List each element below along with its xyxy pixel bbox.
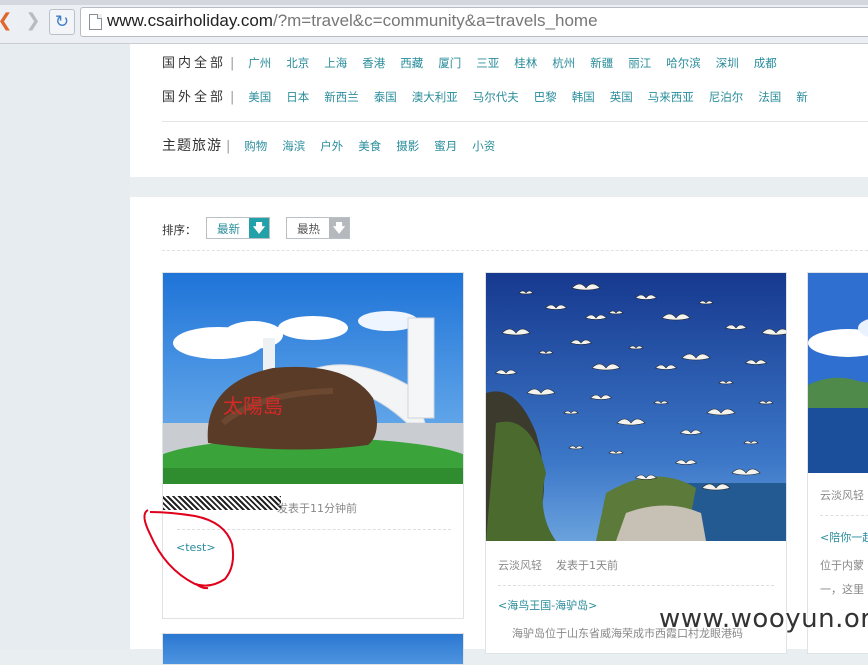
sort-newest-button[interactable]: 最新 🡇 <box>206 217 270 239</box>
theme-list: 购物 海滨 户外 美食 摄影 蜜月 小资 <box>244 139 510 153</box>
reload-icon: ↻ <box>54 12 70 32</box>
arrow-down-icon: 🡇 <box>329 218 349 238</box>
foreign-country-link[interactable]: 新西兰 <box>324 89 359 105</box>
reload-button[interactable]: ↻ <box>49 9 75 35</box>
divider <box>162 121 868 122</box>
foreign-country-link[interactable]: 法国 <box>758 89 781 105</box>
domestic-city-link[interactable]: 上海 <box>324 55 347 71</box>
travel-card[interactable]: 太陽島 发表于11分钟前 <test> <box>162 272 464 619</box>
sort-label: 排序： <box>162 223 197 237</box>
domestic-city-link[interactable]: 西藏 <box>400 55 423 71</box>
domestic-row: 国内全部 | 广州 北京 上海 香港 西藏 厦门 三亚 桂林 杭州 新疆 丽江 哈尔滨 深圳 成都 <box>162 52 792 71</box>
foreign-country-link[interactable]: 澳大利亚 <box>412 89 458 105</box>
post-time: 发表于1天前 <box>556 559 618 572</box>
foreign-country-link[interactable]: 马尔代夫 <box>473 89 519 105</box>
theme-row: 主题旅游 | 购物 海滨 户外 美食 摄影 蜜月 小资 <box>162 135 510 155</box>
domestic-city-link[interactable]: 桂林 <box>514 55 537 71</box>
foreign-all-link[interactable]: 国外全部 <box>162 86 226 105</box>
separator: | <box>226 139 231 154</box>
watermark-text: www.wooyun.org <box>659 604 868 634</box>
divider <box>162 250 868 251</box>
theme-link[interactable]: 购物 <box>244 138 267 154</box>
domestic-city-link[interactable]: 哈尔滨 <box>666 55 701 71</box>
theme-link[interactable]: 蜜月 <box>434 138 457 154</box>
card-description-line2: 一，这里 <box>820 583 864 596</box>
domestic-all-link[interactable]: 国内全部 <box>162 52 226 71</box>
sort-hottest-label: 最热 <box>297 222 320 236</box>
foreign-country-link[interactable]: 尼泊尔 <box>709 89 744 105</box>
redacted-username <box>163 496 281 510</box>
rock-inscription: 太陽島 <box>223 394 283 418</box>
divider <box>498 585 774 586</box>
foreign-country-link[interactable]: 新 <box>796 89 808 105</box>
domestic-list: 广州 北京 上海 香港 西藏 厦门 三亚 桂林 杭州 新疆 丽江 哈尔滨 深圳 成都 <box>248 56 792 70</box>
domestic-city-link[interactable]: 新疆 <box>590 55 613 71</box>
domestic-city-link[interactable]: 广州 <box>248 55 271 71</box>
domestic-city-link[interactable]: 丽江 <box>628 55 651 71</box>
page-content: 国内全部 | 广州 北京 上海 香港 西藏 厦门 三亚 桂林 杭州 新疆 丽江 哈尔滨 深圳 成都 国外全部… <box>0 44 868 665</box>
separator: | <box>230 56 235 71</box>
card-meta: 发表于11分钟前 <box>277 500 357 516</box>
forward-button[interactable]: ❯ <box>22 10 44 32</box>
foreign-country-link[interactable]: 日本 <box>286 89 309 105</box>
card-meta: 云淡风轻 发表于1天前 <box>498 557 618 573</box>
address-bar[interactable]: www.csairholiday.com/?m=travel&c=communi… <box>80 7 868 37</box>
domestic-city-link[interactable]: 杭州 <box>552 55 575 71</box>
foreign-list: 美国 日本 新西兰 泰国 澳大利亚 马尔代夫 巴黎 韩国 英国 马来西亚 尼泊尔 法国新 <box>248 90 823 104</box>
author-name[interactable]: 云淡风轻 <box>820 489 864 502</box>
domestic-city-link[interactable]: 香港 <box>362 55 385 71</box>
foreign-country-link[interactable]: 英国 <box>610 89 633 105</box>
arrow-down-icon: 🡇 <box>249 218 269 238</box>
card-image[interactable] <box>163 634 463 664</box>
domestic-city-link[interactable]: 深圳 <box>716 55 739 71</box>
domestic-city-link[interactable]: 三亚 <box>476 55 499 71</box>
card-image-seagulls[interactable] <box>486 273 786 541</box>
back-button[interactable]: ❮ <box>0 10 16 32</box>
travel-list: 排序： 最新 🡇 最热 🡇 太陽島 发表于11分钟前 <test> 云淡风轻 发… <box>130 197 868 665</box>
foreign-country-link[interactable]: 韩国 <box>572 89 595 105</box>
theme-link[interactable]: 摄影 <box>396 138 419 154</box>
domestic-city-link[interactable]: 成都 <box>754 55 777 71</box>
theme-link[interactable]: 海滨 <box>282 138 305 154</box>
theme-label: 主题旅游 <box>162 138 222 154</box>
page-icon <box>89 14 102 30</box>
travel-card[interactable]: 云淡风轻 <陪你一起 位于内蒙 一，这里 <box>807 272 868 654</box>
theme-link[interactable]: 美食 <box>358 138 381 154</box>
travel-card[interactable]: 云淡风轻 发表于1天前 <海鸟王国-海驴岛> 海驴岛位于山东省威海荣成市西霞口村龙… <box>485 272 787 654</box>
card-title-link[interactable]: <海鸟王国-海驴岛> <box>498 597 597 613</box>
theme-link[interactable]: 小资 <box>472 138 495 154</box>
theme-link[interactable]: 户外 <box>320 138 343 154</box>
card-meta: 云淡风轻 <box>820 487 868 503</box>
domestic-city-link[interactable]: 北京 <box>286 55 309 71</box>
card-title-link[interactable]: <陪你一起 <box>820 529 868 545</box>
foreign-country-link[interactable]: 马来西亚 <box>648 89 694 105</box>
card-title-link[interactable]: <test> <box>176 541 216 554</box>
domestic-city-link[interactable]: 厦门 <box>438 55 461 71</box>
tab-strip[interactable] <box>0 0 868 5</box>
author-name[interactable]: 云淡风轻 <box>498 559 542 572</box>
foreign-country-link[interactable]: 巴黎 <box>534 89 557 105</box>
sort-newest-label: 最新 <box>217 222 240 236</box>
foreign-country-link[interactable]: 泰国 <box>374 89 397 105</box>
divider <box>820 515 868 516</box>
divider <box>177 529 451 530</box>
sort-hottest-button[interactable]: 最热 🡇 <box>286 217 350 239</box>
destination-panel: 国内全部 | 广州 北京 上海 香港 西藏 厦门 三亚 桂林 杭州 新疆 丽江 哈尔滨 深圳 成都 国外全部… <box>130 44 868 177</box>
travel-card[interactable] <box>162 633 464 665</box>
card-image-lake[interactable] <box>808 273 868 473</box>
left-background <box>0 44 130 649</box>
separator: | <box>230 90 235 105</box>
url-host: www.csairholiday.com <box>107 11 273 30</box>
browser-toolbar: ❮ ❯ ↻ www.csairholiday.com/?m=travel&c=c… <box>0 0 868 44</box>
card-description: 位于内蒙 <box>820 559 864 572</box>
url-path: /?m=travel&c=community&a=travels_home <box>272 11 598 30</box>
card-image-sun-island[interactable]: 太陽島 <box>163 273 463 484</box>
post-time: 发表于11分钟前 <box>277 502 357 515</box>
foreign-row: 国外全部 | 美国 日本 新西兰 泰国 澳大利亚 马尔代夫 巴黎 韩国 英国 马来西亚 尼泊尔 法国新 <box>162 86 823 105</box>
url-text[interactable]: www.csairholiday.com/?m=travel&c=communi… <box>107 11 598 31</box>
foreign-country-link[interactable]: 美国 <box>248 89 271 105</box>
